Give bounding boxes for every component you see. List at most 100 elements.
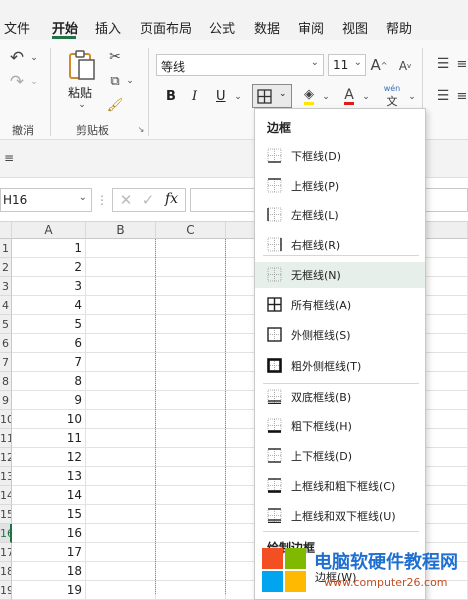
cell[interactable] [156,581,226,600]
cell[interactable] [86,277,156,296]
cell[interactable] [86,581,156,600]
align-top-icon[interactable]: ☰ [434,56,452,72]
format-painter-icon[interactable]: 🖌 [106,96,124,114]
cell[interactable] [156,391,226,410]
chevron-down-icon[interactable]: ⌄ [76,100,88,110]
cell[interactable] [156,239,226,258]
chevron-down-icon[interactable]: ⌄ [320,88,332,106]
tab-insert[interactable]: 插入 [95,18,121,37]
row-header[interactable]: 8 [0,372,12,391]
row-header[interactable]: 18 [0,562,12,581]
bold-button[interactable]: B [166,89,176,104]
cell-a[interactable]: 14 [12,486,86,505]
cell-a[interactable]: 2 [12,258,86,277]
column-header-c[interactable]: C [156,222,226,239]
chevron-down-icon[interactable]: ⌄ [360,88,372,106]
cell-a[interactable]: 9 [12,391,86,410]
cell[interactable] [156,372,226,391]
cell[interactable] [156,410,226,429]
insert-function-button[interactable]: fx [165,191,178,207]
cell[interactable] [156,277,226,296]
cell[interactable] [156,448,226,467]
column-header-a[interactable]: A [12,222,86,239]
chevron-down-icon[interactable]: ⌄ [28,72,40,92]
border-menu-item[interactable]: 所有框线(A) [255,292,425,318]
cell-a[interactable]: 5 [12,315,86,334]
cell[interactable] [86,315,156,334]
cell[interactable] [86,448,156,467]
border-menu-item[interactable]: 左框线(L) [255,202,425,228]
cell[interactable] [86,410,156,429]
font-name-select[interactable]: 等线 ⌄ [156,54,324,76]
customize-qat-icon[interactable]: ≡ [2,150,16,166]
row-header[interactable]: 16 [0,524,12,543]
cell[interactable] [156,524,226,543]
chevron-down-icon[interactable]: ⌄ [124,72,136,90]
row-header[interactable]: 10 [0,410,12,429]
cell[interactable] [156,505,226,524]
tab-formulas[interactable]: 公式 [209,18,235,37]
fill-color-icon[interactable]: ◈ [300,86,318,106]
tab-view[interactable]: 视图 [342,18,368,37]
borders-button[interactable]: ⌄ [252,84,292,108]
cell[interactable] [156,562,226,581]
cell[interactable] [86,467,156,486]
cell-a[interactable]: 3 [12,277,86,296]
border-menu-item[interactable]: 外侧框线(S) [255,322,425,348]
tab-page-layout[interactable]: 页面布局 [140,18,192,37]
align-center-icon[interactable]: ≡ [456,88,468,104]
paste-label[interactable]: 粘贴 [68,84,92,101]
cell-a[interactable]: 7 [12,353,86,372]
border-menu-item[interactable]: 下框线(D) [255,143,425,169]
font-color-icon[interactable]: A [340,86,358,106]
cell[interactable] [86,353,156,372]
border-menu-item[interactable]: 粗外侧框线(T) [255,353,425,379]
cell[interactable] [156,353,226,372]
border-menu-item[interactable]: 上框线和粗下框线(C) [255,473,425,499]
dialog-launcher-icon[interactable]: ↘ [136,124,146,134]
tab-file[interactable]: 文件 [4,18,30,37]
cell[interactable] [156,296,226,315]
row-header[interactable]: 19 [0,581,12,600]
cell[interactable] [86,372,156,391]
cell[interactable] [86,505,156,524]
cell[interactable] [156,334,226,353]
cell[interactable] [156,258,226,277]
cell[interactable] [86,258,156,277]
tab-help[interactable]: 帮助 [386,18,412,37]
cell-a[interactable]: 19 [12,581,86,600]
row-header[interactable]: 3 [0,277,12,296]
cell[interactable] [86,562,156,581]
column-header-b[interactable]: B [86,222,156,239]
tab-data[interactable]: 数据 [254,18,280,37]
increase-font-icon[interactable]: A ^ [370,54,388,76]
copy-icon[interactable]: ⧉ [106,72,124,90]
row-header[interactable]: 2 [0,258,12,277]
cell[interactable] [86,334,156,353]
cell[interactable] [156,543,226,562]
cell[interactable] [86,296,156,315]
cancel-icon[interactable]: ✕ [119,191,133,209]
row-header[interactable]: 7 [0,353,12,372]
cell[interactable] [86,429,156,448]
paste-icon[interactable] [64,48,100,82]
cell[interactable] [156,486,226,505]
row-header[interactable]: 17 [0,543,12,562]
name-box[interactable]: H16 ⌄ [0,188,92,212]
row-header[interactable]: 15 [0,505,12,524]
cell-a[interactable]: 12 [12,448,86,467]
font-size-select[interactable]: 11 ⌄ [328,54,366,76]
row-header[interactable]: 11 [0,429,12,448]
cut-icon[interactable]: ✂ [106,48,124,66]
cell-a[interactable]: 18 [12,562,86,581]
cell-a[interactable]: 6 [12,334,86,353]
row-header[interactable]: 4 [0,296,12,315]
cell-a[interactable]: 1 [12,239,86,258]
cell[interactable] [156,467,226,486]
border-menu-item[interactable]: 上下框线(D) [255,443,425,469]
border-menu-item[interactable]: 粗下框线(H) [255,413,425,439]
cell[interactable] [156,429,226,448]
phonetic-guide-icon[interactable]: wén 文 [380,84,404,108]
undo-icon[interactable]: ↶ [6,48,28,68]
decrease-font-icon[interactable]: Av [396,56,414,76]
